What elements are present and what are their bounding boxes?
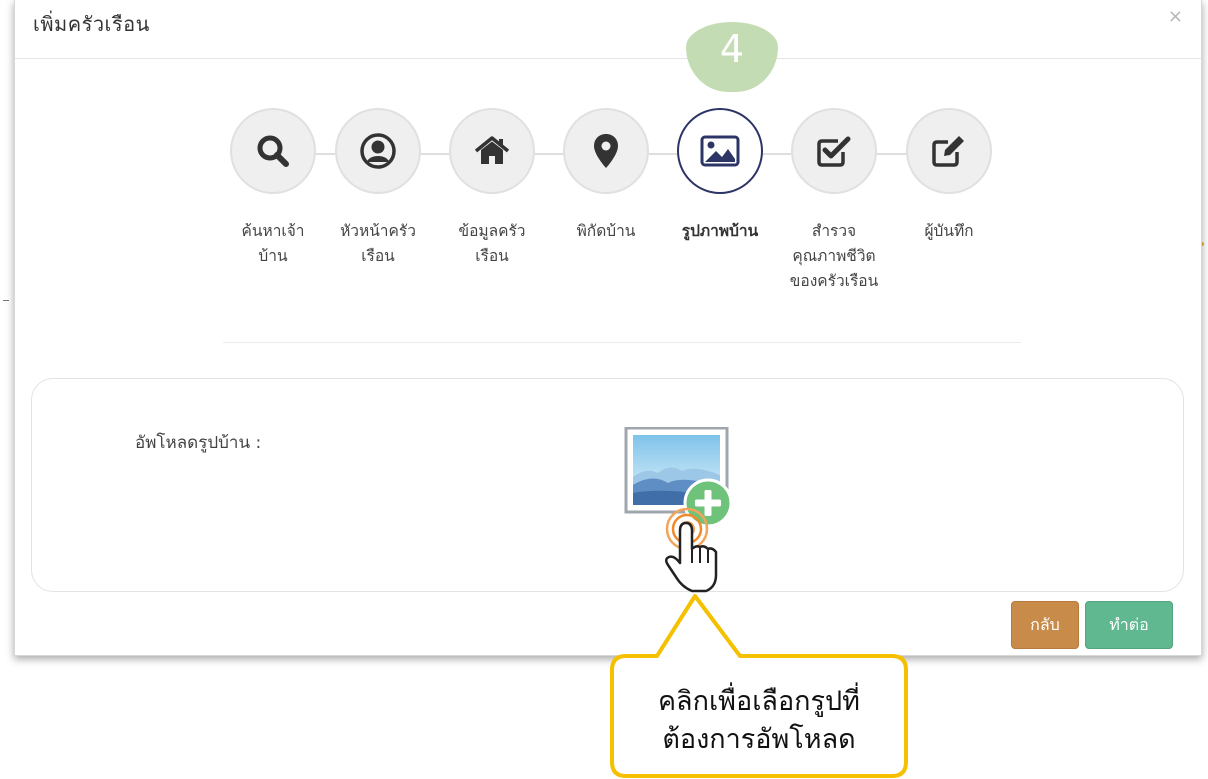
map-marker-icon [594, 134, 618, 168]
add-image-icon [624, 426, 733, 593]
next-button[interactable]: ทำต่อ [1085, 601, 1173, 649]
check-square-icon [817, 136, 851, 167]
step-label: ผู้บันทึก [924, 222, 974, 240]
step-circle-active [677, 108, 763, 194]
current-step-number: 4 [719, 27, 745, 71]
step-label: สำรวจคุณภาพชีวิตของครัวเรือน [789, 222, 879, 290]
step-circle [563, 108, 649, 194]
step-circle [230, 108, 316, 194]
step-recorder[interactable]: ผู้บันทึก [904, 108, 994, 244]
step-quality-of-life-survey[interactable]: สำรวจคุณภาพชีวิตของครัวเรือน [789, 108, 879, 294]
modal-title: เพิ่มครัวเรือน [33, 12, 150, 36]
step-label: พิกัดบ้าน [576, 222, 636, 240]
current-step-badge: 4 [686, 22, 778, 92]
modal-header: เพิ่มครัวเรือน × [15, 0, 1201, 59]
add-household-modal: เพิ่มครัวเรือน × ค้นหาเจ้าบ้าน หัวหน้าคร… [14, 0, 1202, 656]
step-circle [335, 108, 421, 194]
edit-icon [932, 136, 964, 167]
back-button[interactable]: กลับ [1011, 601, 1079, 649]
step-house-photo[interactable]: รูปภาพบ้าน [675, 108, 765, 244]
step-search-owner[interactable]: ค้นหาเจ้าบ้าน [228, 108, 318, 269]
step-label: ค้นหาเจ้าบ้าน [241, 222, 305, 265]
step-household-info[interactable]: ข้อมูลครัวเรือน [447, 108, 537, 269]
step-house-location[interactable]: พิกัดบ้าน [561, 108, 651, 244]
image-icon [700, 135, 740, 167]
close-button[interactable]: × [1168, 6, 1183, 27]
user-circle-icon [360, 133, 396, 169]
step-label: ข้อมูลครัวเรือน [458, 222, 526, 265]
instruction-callout-text: คลิกเพื่อเลือกรูปที่ ต้องการอัพโหลด [611, 683, 907, 759]
step-circle [906, 108, 992, 194]
step-circle [791, 108, 877, 194]
callout-line-1: คลิกเพื่อเลือกรูปที่ [658, 686, 860, 717]
callout-line-2: ต้องการอัพโหลด [662, 724, 856, 755]
upload-house-photo-label: อัพโหลดรูปบ้าน : [135, 433, 262, 453]
step-household-head[interactable]: หัวหน้าครัวเรือน [333, 108, 423, 269]
search-icon [257, 135, 289, 167]
step-label: หัวหน้าครัวเรือน [340, 222, 416, 265]
upload-image-button[interactable] [624, 426, 736, 597]
steps-divider [223, 342, 1021, 343]
step-circle [449, 108, 535, 194]
home-icon [474, 136, 510, 164]
page-edge-mark [3, 300, 9, 301]
upload-panel: อัพโหลดรูปบ้าน : [31, 378, 1184, 593]
step-label: รูปภาพบ้าน [681, 222, 759, 240]
